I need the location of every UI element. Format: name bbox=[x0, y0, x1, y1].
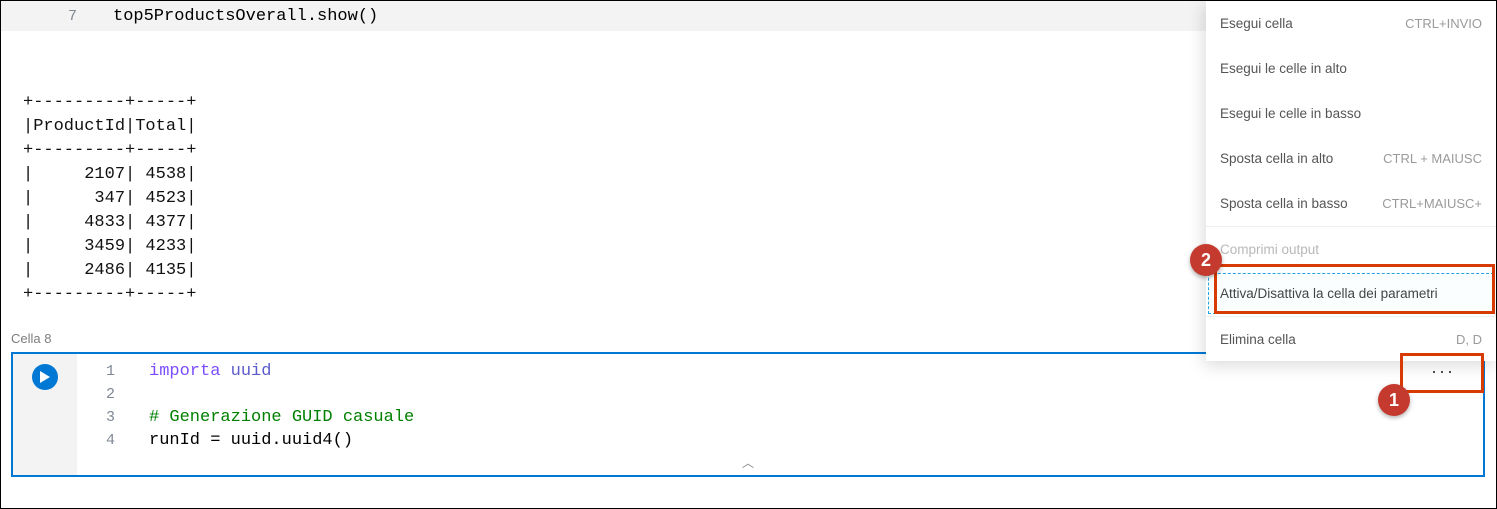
code-editor[interactable]: 1 2 3 4 importa uuid # Generazione GUID … bbox=[77, 354, 1483, 475]
menu-item-3[interactable]: Sposta cella in alto CTRL + MAIUSC bbox=[1206, 136, 1496, 181]
menu-item-0[interactable]: Esegui cella CTRL+INVIO bbox=[1206, 1, 1496, 46]
run-cell-button[interactable] bbox=[32, 364, 58, 390]
menu-item-label: Sposta cella in basso bbox=[1220, 196, 1348, 211]
menu-item-6[interactable]: Attiva/Disattiva la cella dei parametri bbox=[1206, 271, 1496, 316]
menu-item-4[interactable]: Sposta cella in basso CTRL+MAIUSC+ bbox=[1206, 181, 1496, 226]
menu-item-shortcut: CTRL+MAIUSC+ bbox=[1382, 196, 1482, 211]
menu-item-label: Esegui le celle in alto bbox=[1220, 61, 1347, 76]
run-column bbox=[13, 354, 77, 475]
menu-item-7[interactable]: Elimina cella D, D bbox=[1206, 316, 1496, 361]
menu-item-label: Sposta cella in alto bbox=[1220, 151, 1333, 166]
menu-item-label: Comprimi output bbox=[1220, 242, 1319, 257]
menu-item-shortcut: D, D bbox=[1456, 332, 1482, 347]
code-body[interactable]: importa uuid # Generazione GUID casuale … bbox=[149, 360, 1483, 475]
menu-item-1[interactable]: Esegui le celle in alto bbox=[1206, 46, 1496, 91]
menu-item-2[interactable]: Esegui le celle in basso bbox=[1206, 91, 1496, 136]
menu-item-label: Attiva/Disattiva la cella dei parametri bbox=[1220, 286, 1438, 301]
menu-item-shortcut: CTRL+INVIO bbox=[1405, 16, 1482, 31]
line-gutter: 1 2 3 4 bbox=[77, 360, 149, 475]
code-cell-8[interactable]: 1 2 3 4 importa uuid # Generazione GUID … bbox=[11, 352, 1485, 477]
cell-context-menu[interactable]: Esegui cella CTRL+INVIO Esegui le celle in… bbox=[1206, 1, 1496, 361]
code-line: top5ProductsOverall.show() bbox=[113, 7, 378, 26]
menu-item-label: Esegui cella bbox=[1220, 16, 1293, 31]
line-number: 7 bbox=[13, 8, 113, 25]
cell-more-button[interactable]: ··· bbox=[1423, 360, 1463, 382]
menu-item-5: Comprimi output bbox=[1206, 226, 1496, 271]
menu-item-label: Esegui le celle in basso bbox=[1220, 106, 1361, 121]
cell-label: Cella 8 bbox=[11, 331, 51, 346]
menu-item-shortcut: CTRL + MAIUSC bbox=[1383, 151, 1482, 166]
menu-item-label: Elimina cella bbox=[1220, 332, 1296, 347]
